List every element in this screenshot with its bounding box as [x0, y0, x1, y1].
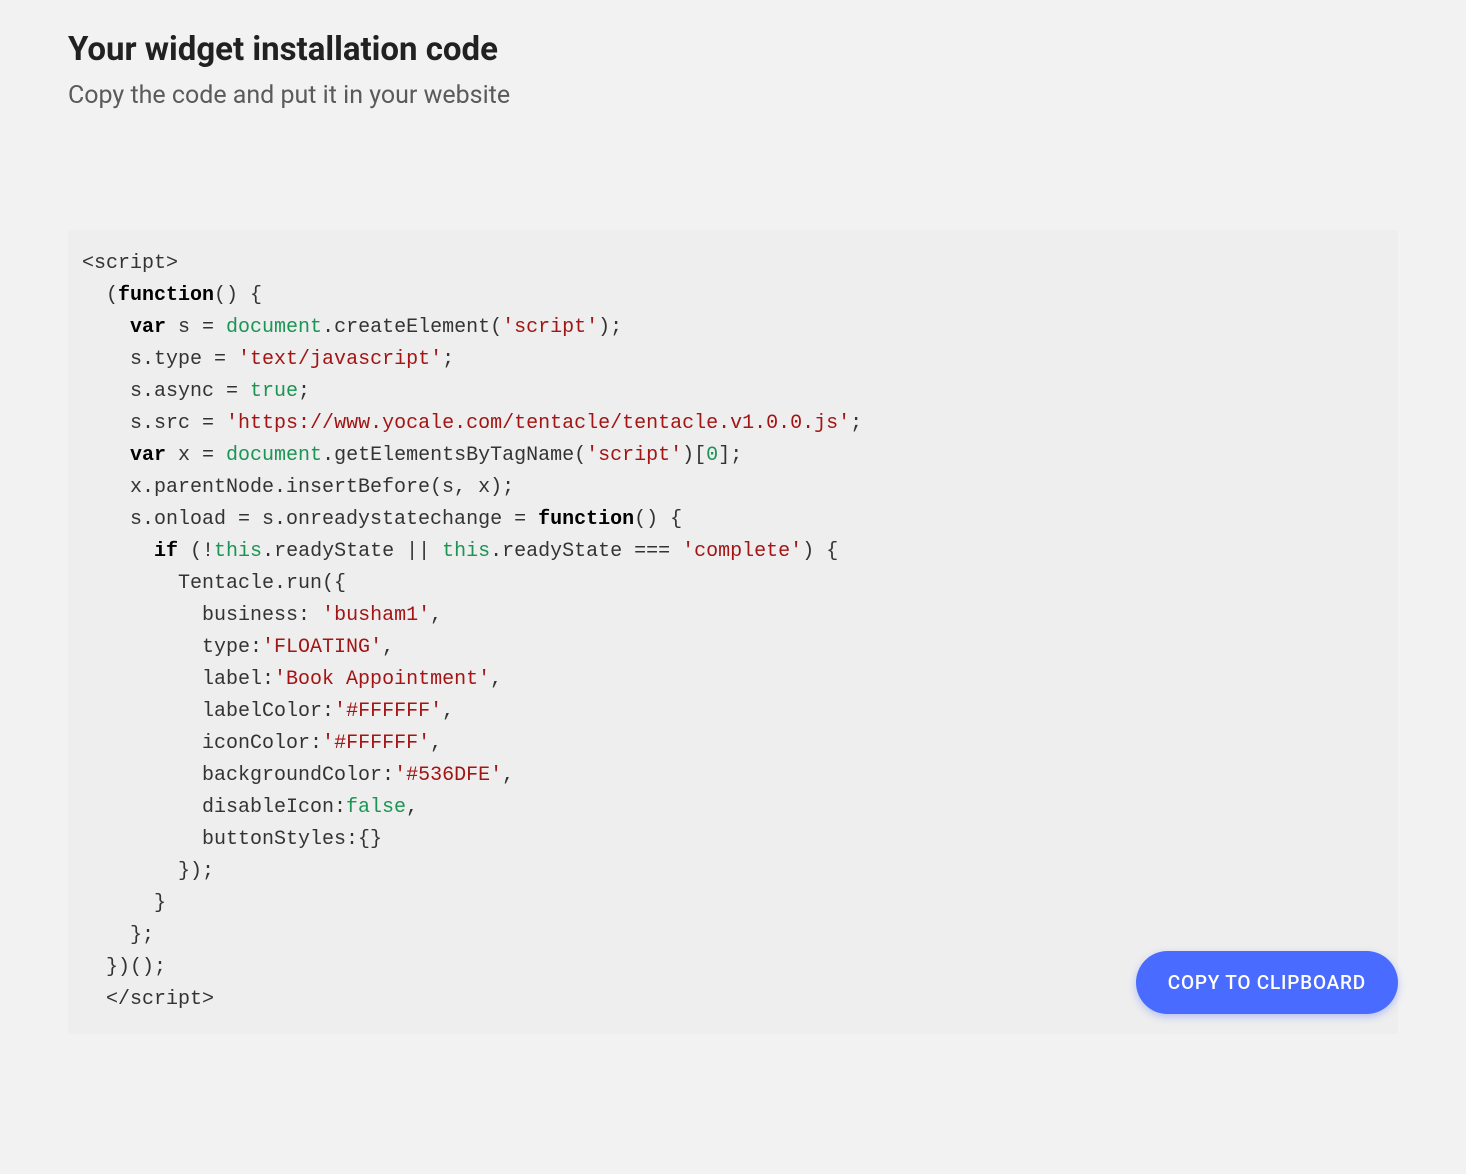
create-arg: script	[514, 316, 586, 339]
idx-zero: 0	[706, 444, 718, 467]
cfg-business: busham1	[334, 604, 418, 627]
async-val: true	[250, 380, 298, 403]
cfg-labelcolor: #FFFFFF	[346, 700, 430, 723]
page-subtitle: Copy the code and put it in your website	[68, 81, 1398, 110]
copy-to-clipboard-button[interactable]: COPY TO CLIPBOARD	[1136, 951, 1398, 1014]
tag-arg: script	[598, 444, 670, 467]
readystate-val: complete	[694, 540, 790, 563]
installation-panel: Your widget installation code Copy the c…	[28, 0, 1438, 1174]
cfg-type: FLOATING	[274, 636, 370, 659]
cfg-buttonstyles: {}	[358, 828, 382, 851]
cfg-disableicon: false	[346, 796, 406, 819]
mime-type: text/javascript	[250, 348, 430, 371]
page-title: Your widget installation code	[68, 30, 1398, 69]
cfg-label: Book Appointment	[286, 668, 478, 691]
cfg-bgcolor: #536DFE	[406, 764, 490, 787]
cfg-iconcolor: #FFFFFF	[334, 732, 418, 755]
code-snippet[interactable]: <script> (function() { var s = document.…	[68, 230, 1398, 1034]
src-url: https://www.yocale.com/tentacle/tentacle…	[238, 412, 838, 435]
